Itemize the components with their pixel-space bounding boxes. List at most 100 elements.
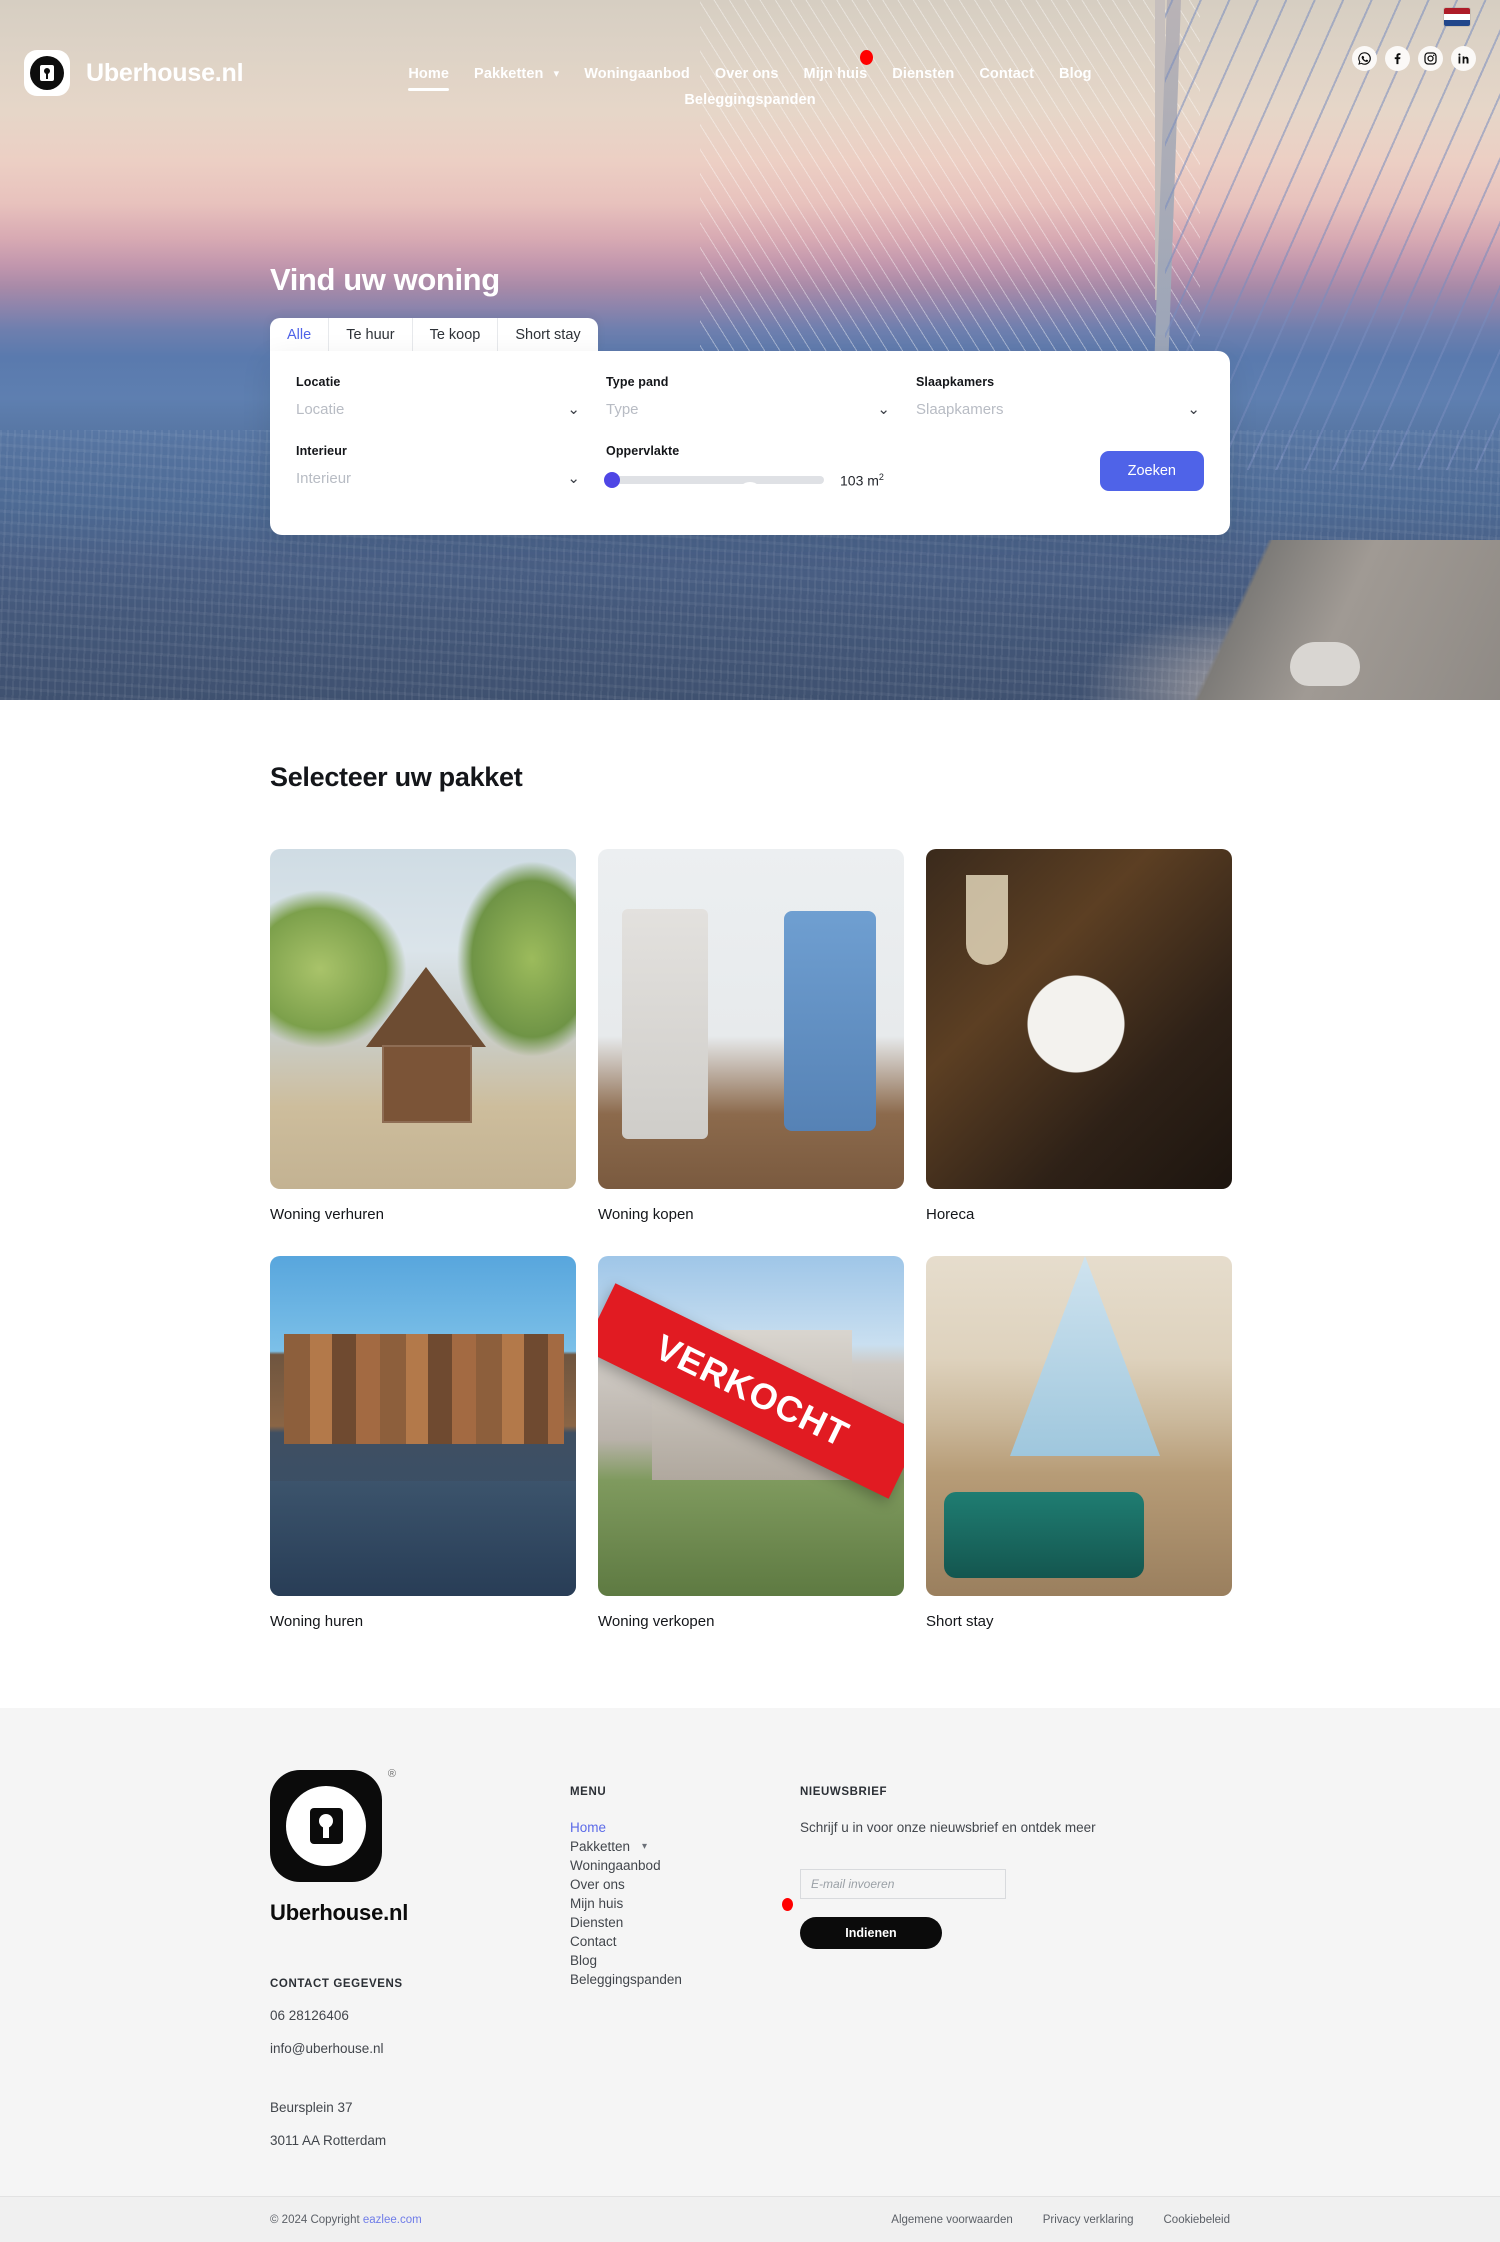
footer-menu-label: Pakketten	[570, 1839, 631, 1854]
nav-item-diensten[interactable]: Diensten	[892, 66, 954, 82]
site-footer: ® Uberhouse.nl CONTACT GEGEVENS 06 28126…	[0, 1708, 1500, 2242]
attic-bedroom-photo	[926, 1256, 1232, 1596]
field-interieur: Interieur Interieur ⌄	[296, 444, 606, 505]
tab-alle[interactable]: Alle	[270, 318, 330, 352]
scroll-mouse-icon[interactable]	[737, 482, 763, 520]
nav-label: Over ons	[714, 66, 779, 82]
package-card-label: Short stay	[926, 1613, 994, 1630]
newsletter-submit-button[interactable]: Indienen	[800, 1917, 942, 1949]
registered-trademark-icon: ®	[387, 1768, 396, 1780]
copyright-link[interactable]: eazlee.com	[363, 2214, 422, 2226]
nav-label: Beleggingspanden	[684, 92, 816, 108]
slaapkamers-placeholder: Slaapkamers	[916, 401, 1004, 418]
package-card-label: Woning verkopen	[598, 1613, 715, 1630]
nav-item-blog[interactable]: Blog	[1059, 66, 1092, 82]
footer-bottom-bar: © 2024 Copyright eazlee.com Algemene voo…	[0, 2196, 1500, 2242]
package-card-label: Woning verhuren	[270, 1206, 384, 1223]
facebook-icon[interactable]	[1385, 46, 1410, 71]
instagram-icon[interactable]	[1418, 46, 1443, 71]
search-submit-button[interactable]: Zoeken	[1099, 451, 1204, 491]
package-card-short-stay[interactable]: Short stay	[926, 1256, 1232, 1630]
locatie-select[interactable]: Locatie ⌄	[296, 401, 580, 418]
linkedin-icon[interactable]	[1451, 46, 1476, 71]
hero-section: Uberhouse.nl Home Pakketten ▾ Woningaanb…	[0, 0, 1500, 700]
chevron-down-icon: ⌄	[1187, 401, 1200, 418]
package-card-woning-huren[interactable]: Woning huren	[270, 1256, 576, 1630]
hero-title: Vind uw woning	[270, 262, 500, 297]
footer-columns: ® Uberhouse.nl CONTACT GEGEVENS 06 28126…	[0, 1768, 1500, 2148]
footer-menu-item-contact[interactable]: Contact	[570, 1934, 800, 1949]
nav-label: Pakketten	[474, 66, 544, 82]
type-pand-label: Type pand	[606, 375, 669, 389]
package-card-horeca[interactable]: Horeca	[926, 849, 1232, 1223]
nav-item-mijn-huis[interactable]: Mijn huis	[804, 50, 874, 82]
notification-dot-icon	[782, 1898, 793, 1911]
footer-menu-item-mijn-huis[interactable]: Mijn huis	[570, 1896, 800, 1911]
whatsapp-icon[interactable]	[1352, 46, 1377, 71]
mooring-bollard	[1290, 642, 1360, 686]
footer-col-menu: MENU Home Pakketten ▾ Woningaanbod Over …	[570, 1770, 800, 2148]
footer-menu-item-diensten[interactable]: Diensten	[570, 1915, 800, 1930]
main-navigation: Home Pakketten ▾ Woningaanbod Over ons M…	[0, 50, 1500, 108]
type-pand-placeholder: Type	[606, 401, 639, 418]
newsletter-email-input[interactable]	[800, 1869, 1006, 1899]
package-card-woning-verkopen[interactable]: VERKOCHT Woning verkopen	[598, 1256, 904, 1630]
chevron-down-icon: ▾	[553, 68, 560, 80]
nav-item-over-ons[interactable]: Over ons	[715, 66, 779, 82]
cottage-house-photo	[270, 849, 576, 1189]
footer-menu-item-blog[interactable]: Blog	[570, 1953, 800, 1968]
package-card-label: Woning kopen	[598, 1206, 694, 1223]
amsterdam-canal-houses-photo	[270, 1256, 576, 1596]
type-pand-select[interactable]: Type ⌄	[606, 401, 890, 418]
slaapkamers-select[interactable]: Slaapkamers ⌄	[916, 401, 1200, 418]
interieur-placeholder: Interieur	[296, 470, 352, 487]
package-card-woning-verhuren[interactable]: Woning verhuren	[270, 849, 576, 1223]
nav-item-pakketten[interactable]: Pakketten ▾	[474, 66, 559, 82]
notification-dot-icon	[860, 50, 874, 65]
nav-item-contact[interactable]: Contact	[979, 66, 1034, 82]
link-privacy-verklaring[interactable]: Privacy verklaring	[1043, 2214, 1134, 2226]
package-card-woning-kopen[interactable]: Woning kopen	[598, 849, 904, 1223]
chevron-down-icon: ⌄	[877, 401, 890, 418]
netherlands-flag-icon[interactable]	[1444, 8, 1470, 26]
tab-te-koop[interactable]: Te koop	[413, 318, 499, 352]
legal-links: Algemene voorwaarden Privacy verklaring …	[891, 2214, 1230, 2226]
footer-menu-label: Mijn huis	[570, 1896, 624, 1911]
footer-col-brand: ® Uberhouse.nl CONTACT GEGEVENS 06 28126…	[270, 1768, 570, 2148]
slaapkamers-label: Slaapkamers	[916, 375, 995, 389]
oppervlakte-slider[interactable]	[604, 472, 824, 489]
link-algemene-voorwaarden[interactable]: Algemene voorwaarden	[891, 2214, 1012, 2226]
contact-heading: CONTACT GEGEVENS	[270, 1978, 403, 1990]
tab-short-stay[interactable]: Short stay	[498, 318, 597, 352]
link-cookiebeleid[interactable]: Cookiebeleid	[1164, 2214, 1231, 2226]
nav-label: Blog	[1059, 66, 1092, 82]
slider-handle[interactable]	[604, 472, 620, 489]
interieur-label: Interieur	[296, 444, 347, 458]
oppervlakte-unit-exponent: 2	[878, 472, 884, 482]
quay-edge	[1080, 540, 1500, 700]
contact-phone[interactable]: 06 28126406	[270, 2008, 570, 2023]
footer-menu-label: Woningaanbod	[570, 1858, 661, 1873]
nav-item-home[interactable]: Home	[408, 66, 449, 91]
copyright-label: © 2024 Copyright	[270, 2213, 363, 2226]
footer-menu-item-home[interactable]: Home	[570, 1820, 800, 1835]
chevron-down-icon: ⌄	[567, 470, 580, 487]
contact-email[interactable]: info@uberhouse.nl	[270, 2041, 570, 2056]
social-links	[1352, 46, 1476, 71]
search-type-tabs: Alle Te huur Te koop Short stay	[270, 318, 598, 352]
footer-menu-item-over-ons[interactable]: Over ons	[570, 1877, 800, 1892]
footer-menu-item-beleggingspanden[interactable]: Beleggingspanden	[570, 1972, 800, 1987]
footer-menu-item-pakketten[interactable]: Pakketten ▾	[570, 1839, 800, 1854]
nav-item-beleggingspanden[interactable]: Beleggingspanden	[684, 92, 815, 108]
footer-menu-list: Home Pakketten ▾ Woningaanbod Over ons M…	[570, 1820, 800, 1987]
interieur-select[interactable]: Interieur ⌄	[296, 470, 580, 487]
newsletter-heading: NIEUWSBRIEF	[800, 1786, 888, 1798]
tab-te-huur[interactable]: Te huur	[329, 318, 413, 352]
keyhole-lock-icon: ®	[270, 1768, 396, 1882]
footer-menu-item-woningaanbod[interactable]: Woningaanbod	[570, 1858, 800, 1873]
nav-item-woningaanbod[interactable]: Woningaanbod	[584, 66, 690, 82]
chevron-down-icon: ▾	[642, 1841, 648, 1852]
field-type-pand: Type pand Type ⌄	[606, 375, 916, 436]
package-card-label: Woning huren	[270, 1613, 364, 1630]
couple-signing-contract-photo	[598, 849, 904, 1189]
